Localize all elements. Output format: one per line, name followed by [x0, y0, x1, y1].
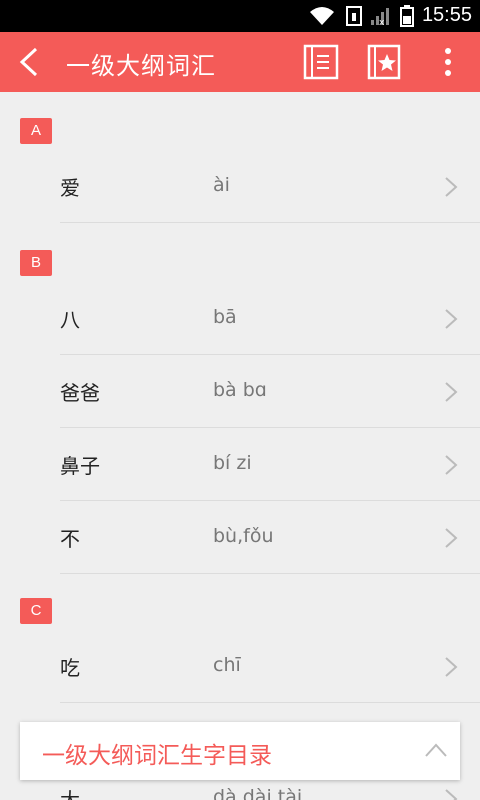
- word-hanzi: 爸爸: [60, 381, 100, 405]
- character-index-panel[interactable]: 一级大纲词汇生字目录: [20, 722, 460, 780]
- word-pinyin: chī: [213, 654, 241, 676]
- svg-text:x: x: [379, 18, 385, 26]
- list-item[interactable]: 爱 ài: [60, 150, 480, 223]
- word-pinyin: bà bɑ: [213, 379, 267, 401]
- list-item[interactable]: 八 bā: [60, 282, 480, 355]
- list-icon[interactable]: [303, 44, 339, 80]
- sim-icon: [346, 6, 362, 26]
- section-header-a: A: [20, 118, 52, 144]
- back-arrow-icon[interactable]: [14, 46, 46, 78]
- status-time: 15:55: [421, 4, 472, 26]
- word-pinyin: bā: [213, 306, 237, 328]
- section-header-c: C: [20, 598, 52, 624]
- chevron-up-icon[interactable]: [424, 742, 448, 758]
- word-hanzi: 吃: [60, 656, 80, 680]
- word-pinyin: ài: [213, 174, 230, 196]
- section-header-b: B: [20, 250, 52, 276]
- word-pinyin: bù,fǒu: [213, 525, 274, 547]
- battery-icon: [400, 5, 414, 27]
- list-item[interactable]: 鼻子 bí zi: [60, 428, 480, 501]
- favorites-icon[interactable]: [366, 44, 402, 80]
- more-menu-icon[interactable]: [430, 44, 466, 80]
- chevron-right-icon: [445, 382, 458, 402]
- chevron-right-icon: [445, 657, 458, 677]
- wifi-icon: [310, 7, 334, 25]
- word-list: A 爱 ài B 八 bā 爸爸 bà bɑ 鼻子 bí zi 不 bù,fǒu…: [0, 92, 480, 800]
- list-item[interactable]: 吃 chī: [60, 630, 480, 703]
- word-hanzi: 大: [60, 788, 80, 800]
- chevron-right-icon: [445, 177, 458, 197]
- word-pinyin: bí zi: [213, 452, 252, 474]
- character-index-label: 一级大纲词汇生字目录: [42, 743, 272, 769]
- word-hanzi: 爱: [60, 176, 80, 200]
- chevron-right-icon: [445, 528, 458, 548]
- page-title: 一级大纲词汇: [66, 52, 216, 80]
- word-pinyin: dà dài tài: [213, 786, 303, 800]
- word-hanzi: 八: [60, 308, 80, 332]
- signal-icon: x: [371, 8, 389, 26]
- chevron-right-icon: [445, 455, 458, 475]
- chevron-right-icon: [445, 789, 458, 800]
- app-bar: 一级大纲词汇: [0, 32, 480, 92]
- chevron-right-icon: [445, 309, 458, 329]
- status-bar: x 15:55: [0, 0, 480, 32]
- word-hanzi: 鼻子: [60, 454, 100, 478]
- list-item[interactable]: 爸爸 bà bɑ: [60, 355, 480, 428]
- list-item[interactable]: 不 bù,fǒu: [60, 501, 480, 574]
- word-hanzi: 不: [60, 527, 80, 551]
